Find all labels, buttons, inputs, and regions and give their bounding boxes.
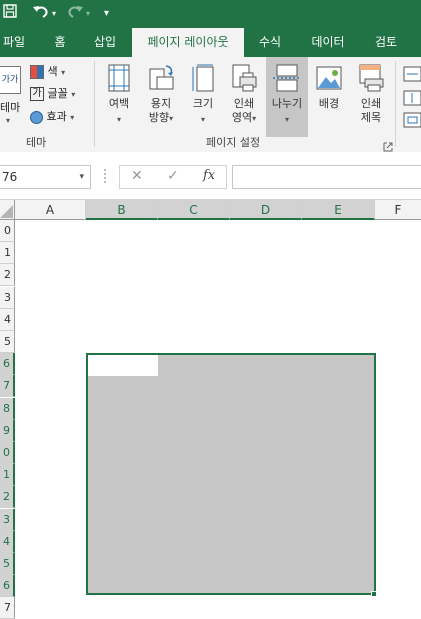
themes-dropdown-icon: ▾ — [6, 116, 11, 125]
fonts-dropdown-icon: ▾ — [71, 90, 76, 99]
row-header[interactable]: 9 — [0, 419, 15, 442]
customize-icon[interactable]: ▾ — [104, 5, 109, 23]
margins-dropdown-icon: ▾ — [116, 115, 121, 124]
active-cell[interactable] — [88, 355, 158, 376]
fonts-icon: 가 — [30, 87, 44, 101]
formula-bar-grip[interactable] — [104, 169, 108, 183]
ribbon: 가가 테마 ▾ 색 ▾ 가 글꼴 ▾ 효과 ▾ 테마 여백 ▾ 용지 방향▾ 크기… — [0, 57, 421, 153]
background-label: 배경 — [318, 97, 340, 110]
ribbon-tabs: 파일 홈 삽입 페이지 레이아웃 수식 데이터 검토 — [0, 28, 421, 57]
themes-icon: 가가 — [0, 66, 21, 94]
column-header-f[interactable]: F — [375, 200, 421, 220]
theme-group-label: 테마 — [26, 136, 47, 149]
fill-handle[interactable] — [371, 591, 377, 597]
insert-function-icon[interactable]: fx — [203, 165, 215, 187]
background-icon — [316, 66, 342, 90]
breaks-icon — [273, 64, 301, 92]
print-area-icon — [232, 64, 257, 92]
row-header[interactable]: 2 — [0, 486, 15, 509]
tab-review[interactable]: 검토 — [366, 28, 406, 57]
dialog-launcher-icon[interactable] — [383, 137, 393, 152]
orientation-icon — [149, 65, 174, 90]
themes-label: 테마 — [0, 101, 21, 114]
scale-to-fit-controls[interactable] — [402, 65, 421, 135]
margins-label: 여백 — [108, 97, 130, 110]
print-area-label: 인쇄 영역▾ — [231, 97, 257, 124]
colors-icon — [30, 65, 44, 79]
colors-dropdown-icon: ▾ — [61, 68, 66, 77]
row-header[interactable]: 3 — [0, 286, 15, 309]
row-header[interactable]: 3 — [0, 508, 15, 531]
name-box-value: 76 — [2, 170, 18, 184]
undo-icon[interactable] — [32, 4, 50, 25]
size-button[interactable]: 크기 ▾ — [186, 57, 220, 137]
row-header[interactable]: 1 — [0, 242, 15, 265]
orientation-label: 용지 방향▾ — [148, 97, 174, 124]
breaks-button[interactable]: 나누기 ▾ — [266, 57, 308, 137]
size-label: 크기 — [192, 97, 214, 110]
size-icon — [192, 64, 214, 92]
column-header-b[interactable]: B — [86, 200, 158, 220]
row-header[interactable]: 6 — [0, 575, 15, 598]
row-header[interactable]: 6 — [0, 353, 15, 376]
effects-label: 효과 — [46, 110, 67, 123]
tab-home[interactable]: 홈 — [48, 28, 72, 57]
select-all-button[interactable] — [0, 200, 15, 220]
group-separator — [94, 61, 95, 147]
row-header[interactable]: 7 — [0, 597, 15, 619]
print-titles-icon — [359, 64, 384, 92]
size-dropdown-icon: ▾ — [200, 115, 205, 124]
column-header-e[interactable]: E — [302, 200, 375, 220]
redo-icon[interactable] — [66, 4, 84, 25]
print-titles-label: 인쇄 제목 — [360, 97, 382, 124]
formula-bar: 76 ▾ ✕ ✓ fx — [0, 152, 421, 200]
redo-dropdown-icon[interactable]: ▾ — [86, 5, 90, 23]
theme-colors-button[interactable]: 색 ▾ — [30, 63, 65, 81]
row-header[interactable]: 8 — [0, 397, 15, 420]
column-header-d[interactable]: D — [230, 200, 302, 220]
margins-button[interactable]: 여백 ▾ — [100, 57, 138, 137]
page-setup-group-label: 페이지 설정 — [206, 136, 261, 149]
orientation-button[interactable]: 용지 방향▾ — [140, 57, 182, 137]
fonts-label: 글꼴 — [47, 87, 68, 100]
theme-effects-button[interactable]: 효과 ▾ — [30, 108, 74, 126]
tab-insert[interactable]: 삽입 — [88, 28, 122, 57]
formula-input[interactable] — [232, 165, 421, 189]
selected-range[interactable] — [86, 353, 376, 595]
print-titles-button[interactable]: 인쇄 제목 — [352, 57, 390, 137]
row-header[interactable]: 2 — [0, 264, 15, 287]
breaks-label: 나누기 — [271, 97, 303, 110]
print-area-button[interactable]: 인쇄 영역▾ — [224, 57, 264, 137]
row-header[interactable]: 4 — [0, 308, 15, 331]
enter-icon[interactable]: ✓ — [167, 165, 179, 187]
effects-dropdown-icon: ▾ — [70, 113, 75, 122]
colors-label: 색 — [47, 65, 58, 78]
cancel-icon[interactable]: ✕ — [131, 165, 143, 187]
save-icon[interactable] — [3, 4, 17, 23]
row-header[interactable]: 7 — [0, 375, 15, 398]
column-header-c[interactable]: C — [158, 200, 230, 220]
row-header[interactable]: 5 — [0, 553, 15, 575]
row-header[interactable]: 1 — [0, 464, 15, 487]
tab-file[interactable]: 파일 — [0, 28, 28, 57]
row-header[interactable]: 0 — [0, 220, 15, 242]
row-header[interactable]: 5 — [0, 331, 15, 353]
row-header[interactable]: 0 — [0, 442, 15, 464]
column-header-a[interactable]: A — [15, 200, 86, 220]
undo-dropdown-icon[interactable]: ▾ — [52, 5, 56, 23]
theme-fonts-button[interactable]: 가 글꼴 ▾ — [30, 85, 75, 103]
effects-icon — [30, 110, 43, 124]
margins-icon — [108, 64, 130, 92]
title-bar: ▾ ▾ ▾ — [0, 0, 421, 28]
breaks-dropdown-icon: ▾ — [284, 115, 289, 124]
group-separator — [395, 61, 396, 147]
row-header[interactable]: 4 — [0, 530, 15, 553]
name-box-dropdown-icon[interactable]: ▾ — [79, 166, 84, 188]
tab-formulas[interactable]: 수식 — [252, 28, 288, 57]
background-button[interactable]: 배경 — [310, 57, 348, 137]
themes-button[interactable]: 가가 테마 ▾ — [0, 63, 24, 133]
tab-data[interactable]: 데이터 — [304, 28, 352, 57]
tab-page-layout[interactable]: 페이지 레이아웃 — [132, 28, 244, 57]
name-box[interactable]: 76 ▾ — [0, 165, 91, 189]
